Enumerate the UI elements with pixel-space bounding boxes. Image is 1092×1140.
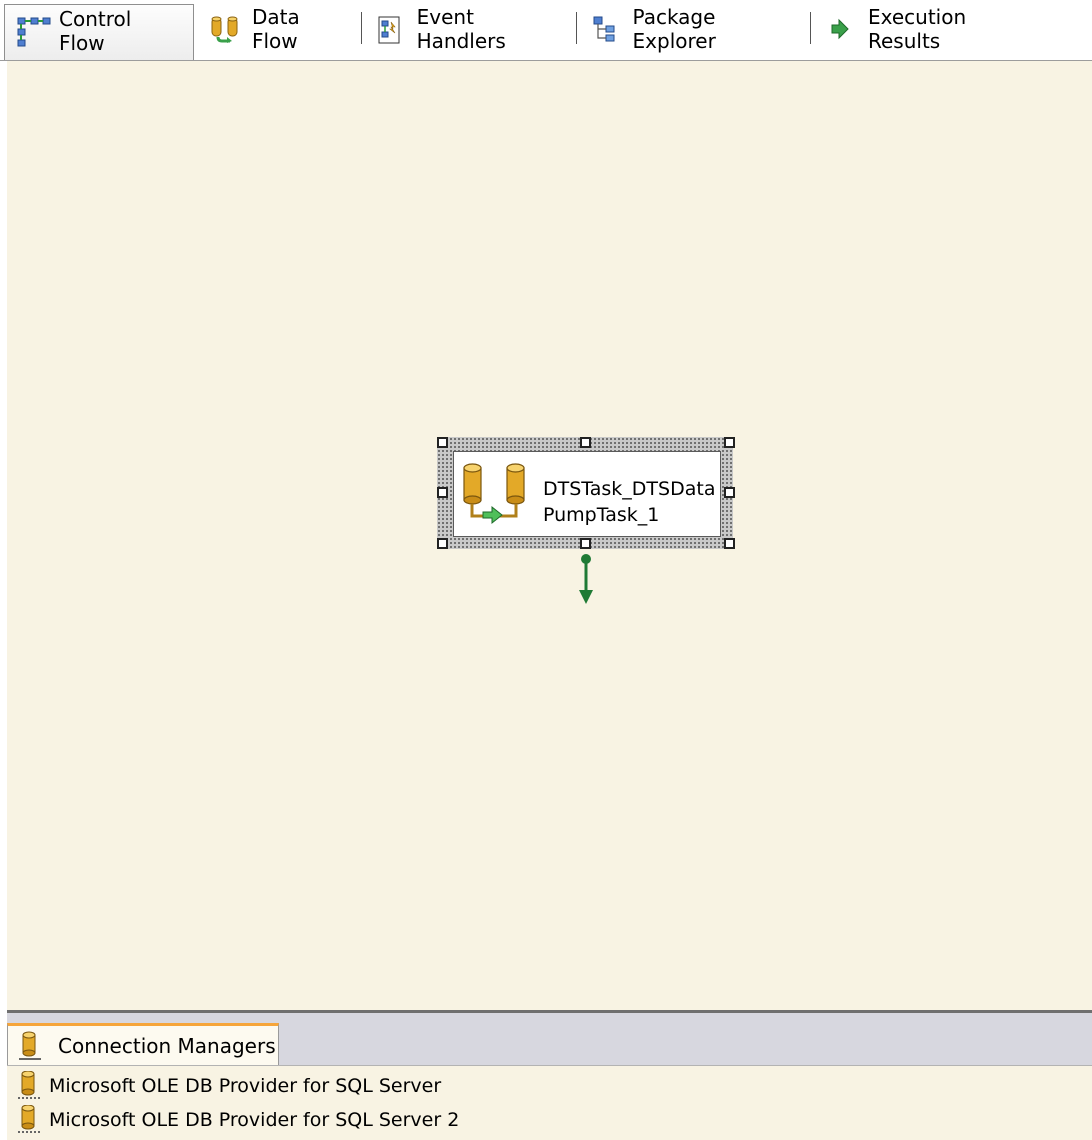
tab-label: Execution Results <box>868 5 967 53</box>
connection-managers-panel[interactable]: Connection Managers Microsoft OLE DB Pro… <box>7 1013 1092 1140</box>
tab-execution-results[interactable]: Execution Results <box>814 5 1054 53</box>
connection-manager-item[interactable]: Microsoft OLE DB Provider for SQL Server… <box>15 1104 460 1135</box>
tab-separator <box>361 12 362 44</box>
resize-handle-right[interactable] <box>724 487 735 498</box>
task-label: DTSTask_DTSDataPumpTask_1 <box>543 478 716 526</box>
resize-handle-top-right[interactable] <box>724 437 735 448</box>
database-connection-icon <box>15 1104 43 1135</box>
tab-label: Event Handlers <box>416 5 506 53</box>
database-connection-icon <box>15 1070 43 1101</box>
tab-label: Data Flow <box>252 5 300 53</box>
tab-connection-managers[interactable]: Connection Managers <box>7 1023 279 1065</box>
data-pump-task-icon <box>460 460 530 526</box>
tab-data-flow[interactable]: Data Flow <box>198 5 360 53</box>
resize-handle-top-left[interactable] <box>437 437 448 448</box>
connection-managers-tabbar: Connection Managers <box>7 1013 1092 1066</box>
event-handlers-icon <box>376 15 403 44</box>
resize-handle-top[interactable] <box>580 437 591 448</box>
tab-package-explorer[interactable]: Package Explorer <box>580 5 808 53</box>
tab-separator <box>810 12 811 44</box>
data-flow-icon <box>210 15 238 43</box>
control-flow-icon <box>17 17 51 46</box>
connection-manager-item[interactable]: Microsoft OLE DB Provider for SQL Server <box>15 1070 442 1101</box>
tab-control-flow[interactable]: Control Flow <box>4 4 194 60</box>
tab-separator <box>576 12 577 44</box>
precedence-constraint-arrow[interactable] <box>575 548 597 608</box>
tab-event-handlers[interactable]: Event Handlers <box>364 5 574 53</box>
connection-manager-label: Microsoft OLE DB Provider for SQL Server <box>49 1075 442 1097</box>
tab-label: Control Flow <box>59 6 132 55</box>
tab-label: Connection Managers <box>58 1033 276 1058</box>
execution-results-icon <box>826 15 854 43</box>
database-icon <box>16 1031 44 1061</box>
designer-tab-strip: Control Flow Data Flow Event Handlers Pa… <box>0 0 1092 61</box>
resize-handle-bottom-right[interactable] <box>724 538 735 549</box>
resize-handle-left[interactable] <box>437 487 448 498</box>
package-explorer-icon <box>592 15 619 43</box>
tab-label: Package Explorer <box>632 5 716 53</box>
connection-manager-label: Microsoft OLE DB Provider for SQL Server… <box>49 1109 460 1131</box>
resize-handle-bottom-left[interactable] <box>437 538 448 549</box>
